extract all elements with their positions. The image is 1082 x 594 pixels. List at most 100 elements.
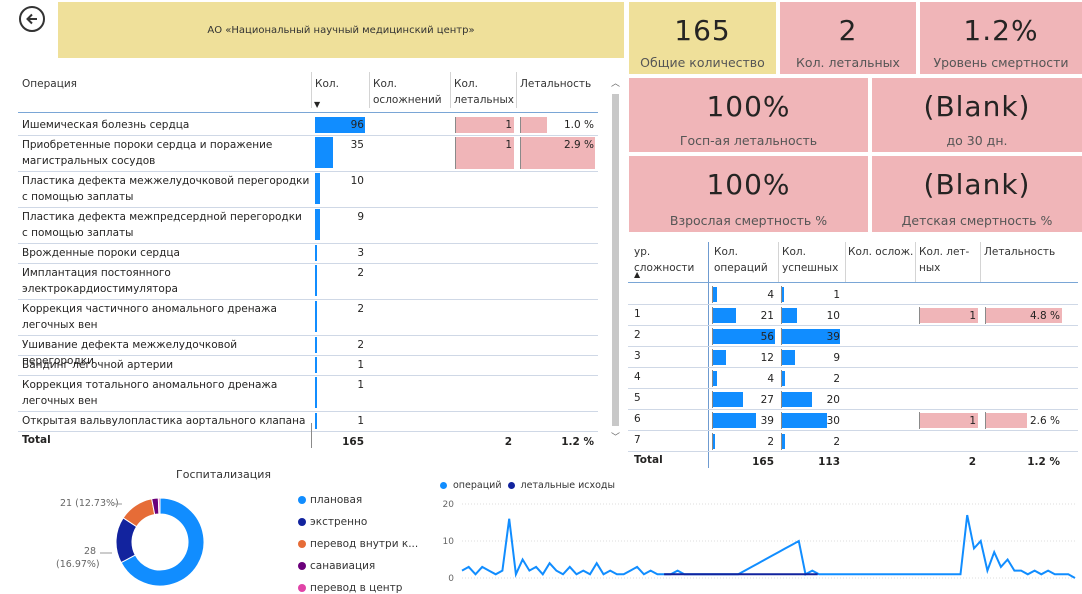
- donut-slices: [115, 497, 205, 587]
- table-row[interactable]: Пластика дефекта межжелудочковой перегор…: [18, 172, 598, 208]
- donut-slice[interactable]: [157, 497, 161, 515]
- success-value: 2: [833, 373, 840, 385]
- divider: [18, 112, 598, 113]
- kpi-value: (Blank): [923, 90, 1031, 123]
- col-header-count[interactable]: Кол.: [315, 76, 339, 92]
- hospitalization-donut: [100, 497, 205, 587]
- sort-asc-icon: ▲: [634, 270, 641, 279]
- kpi-value: 165: [674, 14, 731, 47]
- table-row[interactable]: Коррекция тотального аномального дренажа…: [18, 376, 598, 412]
- title-banner: АО «Национальный научный медицинский цен…: [58, 2, 624, 58]
- total-count: 165: [342, 436, 364, 448]
- col-header-operation[interactable]: Операция: [22, 76, 77, 92]
- ops-value: 4: [767, 373, 774, 385]
- success-value: 2: [833, 436, 840, 448]
- ops-value: 2: [767, 436, 774, 448]
- divider: [516, 72, 517, 108]
- col-header-complications[interactable]: Кол. осложнений: [373, 76, 445, 108]
- divider: [311, 423, 312, 448]
- table-row[interactable]: Коррекция частичного аномального дренажа…: [18, 300, 598, 336]
- ops-value: 21: [760, 310, 774, 322]
- table-row[interactable]: Врожденные пороки сердца 3: [18, 244, 598, 264]
- kpi-value: 2: [838, 14, 858, 47]
- operations-table: Операция Кол. ▼ Кол. осложнений Кол. лет…: [18, 66, 624, 454]
- col-header-ops[interactable]: Кол. операций: [714, 244, 774, 276]
- count-value: 2: [357, 267, 364, 279]
- y-tick-label: 10: [443, 537, 455, 547]
- scrollbar-thumb[interactable]: [612, 94, 619, 426]
- table-row[interactable]: Имплантация постоянного электрокардиости…: [18, 264, 598, 300]
- legend-label: экстренно: [310, 516, 368, 528]
- divider: [628, 282, 1078, 283]
- operation-name: Открытая вальвулопластика аортального кл…: [22, 415, 306, 427]
- kpi-label: Детская смертность %: [901, 213, 1053, 228]
- line-legend: операций летальные исходы: [440, 480, 615, 491]
- total-success: 113: [818, 456, 840, 468]
- rate-value: 2.9 %: [563, 139, 594, 151]
- operation-name: Коррекция частичного аномального дренажа…: [22, 303, 277, 331]
- table-row[interactable]: Пластика дефекта межпредсердной перегоро…: [18, 208, 598, 244]
- scroll-up-icon[interactable]: ︿: [611, 76, 620, 89]
- col-header-success[interactable]: Кол. успешных: [782, 244, 842, 276]
- operation-name: Приобретенные пороки сердца и поражение …: [22, 139, 273, 167]
- table-row[interactable]: Ишемическая болезнь сердца 96 1 1.0 %: [18, 116, 598, 136]
- total-rate: 1.2 %: [1027, 456, 1060, 468]
- legend-item[interactable]: перевод в центр: [298, 582, 402, 594]
- col-header-complications[interactable]: Кол. ослож.: [848, 244, 918, 260]
- kpi-child-mortality: (Blank) Детская смертность %: [872, 156, 1082, 232]
- legend-dot: [298, 584, 306, 592]
- complexity-table: ур. сложности ▲ Кол. операций Кол. успеш…: [628, 238, 1082, 470]
- legend-item[interactable]: санавиация: [298, 560, 375, 572]
- lethal-value: 1: [969, 310, 976, 322]
- y-tick-label: 20: [443, 500, 455, 510]
- success-value: 39: [826, 331, 840, 343]
- col-header-lethality[interactable]: Летальность: [520, 76, 591, 92]
- table-row[interactable]: Открытая вальвулопластика аортального кл…: [18, 412, 598, 432]
- legend-dot: [298, 540, 306, 548]
- legend-label: летальные исходы: [520, 480, 615, 491]
- legend-item[interactable]: плановая: [298, 494, 362, 506]
- sort-desc-icon: ▼: [314, 100, 321, 109]
- divider: [778, 242, 779, 282]
- table-row[interactable]: Приобретенные пороки сердца и поражение …: [18, 136, 598, 172]
- kpi-adult-mortality: 100% Взрослая смертность %: [629, 156, 868, 232]
- success-value: 1: [833, 289, 840, 301]
- divider: [450, 72, 451, 108]
- success-value: 9: [833, 352, 840, 364]
- table-row[interactable]: 41: [628, 284, 1078, 305]
- lethal-value: 1: [969, 415, 976, 427]
- table-row[interactable]: 7 2 2: [628, 431, 1078, 452]
- table-row[interactable]: Ушивание дефекта межжелудочковой перегор…: [18, 336, 598, 367]
- donut-title: Госпитализация: [176, 468, 271, 481]
- col-header-level[interactable]: ур. сложности: [634, 244, 694, 276]
- legend-label: перевод внутри к...: [310, 538, 419, 550]
- table-row[interactable]: Бандинг легочной артерии 1: [18, 356, 598, 376]
- rate-value: 1.0 %: [563, 119, 594, 131]
- ops-value: 56: [760, 331, 774, 343]
- legend-dot: [298, 518, 306, 526]
- table-scrollbar[interactable]: ︿ ﹀: [609, 76, 621, 444]
- divider: [980, 242, 981, 282]
- table-row[interactable]: 5 27 20: [628, 389, 1078, 410]
- table-row[interactable]: 6 39 30 1 2.6 %: [628, 410, 1078, 431]
- total-lethal: 2: [968, 456, 976, 468]
- count-value: 2: [357, 303, 364, 315]
- legend-item[interactable]: экстренно: [298, 516, 367, 528]
- kpi-till-30-days: (Blank) до 30 дн.: [872, 78, 1082, 152]
- operation-name: Бандинг легочной артерии: [22, 359, 174, 371]
- table-row[interactable]: 4 4 2: [628, 368, 1078, 389]
- col-header-lethality[interactable]: Летальность: [984, 244, 1064, 260]
- table-row[interactable]: 3 12 9: [628, 347, 1078, 368]
- col-header-lethal[interactable]: Кол. летальных: [454, 76, 514, 108]
- scroll-down-icon[interactable]: ﹀: [611, 430, 620, 443]
- table-row[interactable]: 2 56 39: [628, 326, 1078, 347]
- back-button[interactable]: [19, 6, 45, 32]
- col-header-lethal[interactable]: Кол. лет-ных: [919, 244, 979, 276]
- level-value: 7: [634, 434, 641, 446]
- y-tick-label: 0: [448, 574, 454, 584]
- legend-item[interactable]: перевод внутри к...: [298, 538, 418, 550]
- total-label: Total: [22, 434, 51, 446]
- legend-dot: [298, 496, 306, 504]
- success-value: 10: [826, 310, 840, 322]
- table-row[interactable]: 1 21 10 1 4.8 %: [628, 305, 1078, 326]
